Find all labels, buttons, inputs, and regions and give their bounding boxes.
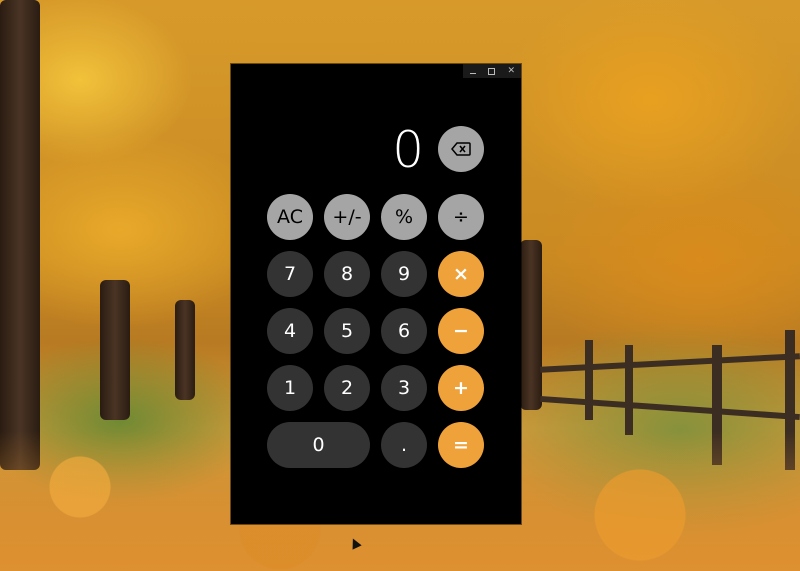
digit-1-button[interactable]: 1: [267, 365, 313, 411]
plus-minus-button[interactable]: +/-: [324, 194, 370, 240]
divide-button[interactable]: ÷: [438, 194, 484, 240]
backspace-button[interactable]: [438, 126, 484, 172]
digit-9-button[interactable]: 9: [381, 251, 427, 297]
maximize-button[interactable]: [485, 65, 499, 77]
close-icon: ✕: [507, 65, 516, 76]
tree-trunk: [0, 0, 40, 470]
tree-trunk: [100, 280, 130, 420]
equals-button[interactable]: =: [438, 422, 484, 468]
window-titlebar: ✕: [463, 64, 521, 78]
decimal-button[interactable]: .: [381, 422, 427, 468]
minimize-button[interactable]: [466, 65, 480, 77]
fence-rail: [540, 353, 800, 373]
digit-3-button[interactable]: 3: [381, 365, 427, 411]
digit-0-button[interactable]: 0: [267, 422, 370, 468]
plus-button[interactable]: +: [438, 365, 484, 411]
maximize-icon: [488, 67, 496, 75]
percent-button[interactable]: %: [381, 194, 427, 240]
tree-trunk: [175, 300, 195, 400]
fence-rail: [540, 395, 800, 421]
fence-post: [585, 340, 593, 420]
minimize-icon: [469, 72, 476, 74]
calculator-window: ✕ 0 AC +/- % ÷ 7 8 9 × 4 5 6 − 1 2 3 + 0…: [231, 64, 521, 524]
minus-button[interactable]: −: [438, 308, 484, 354]
digit-8-button[interactable]: 8: [324, 251, 370, 297]
tree-trunk: [520, 240, 542, 410]
digit-2-button[interactable]: 2: [324, 365, 370, 411]
fence-post: [625, 345, 633, 435]
all-clear-button[interactable]: AC: [267, 194, 313, 240]
digit-5-button[interactable]: 5: [324, 308, 370, 354]
multiply-button[interactable]: ×: [438, 251, 484, 297]
digit-6-button[interactable]: 6: [381, 308, 427, 354]
backspace-icon: [451, 142, 471, 156]
close-button[interactable]: ✕: [504, 65, 518, 77]
digit-4-button[interactable]: 4: [267, 308, 313, 354]
display-row: 0: [231, 121, 521, 179]
digit-7-button[interactable]: 7: [267, 251, 313, 297]
result-display: 0: [392, 121, 424, 179]
